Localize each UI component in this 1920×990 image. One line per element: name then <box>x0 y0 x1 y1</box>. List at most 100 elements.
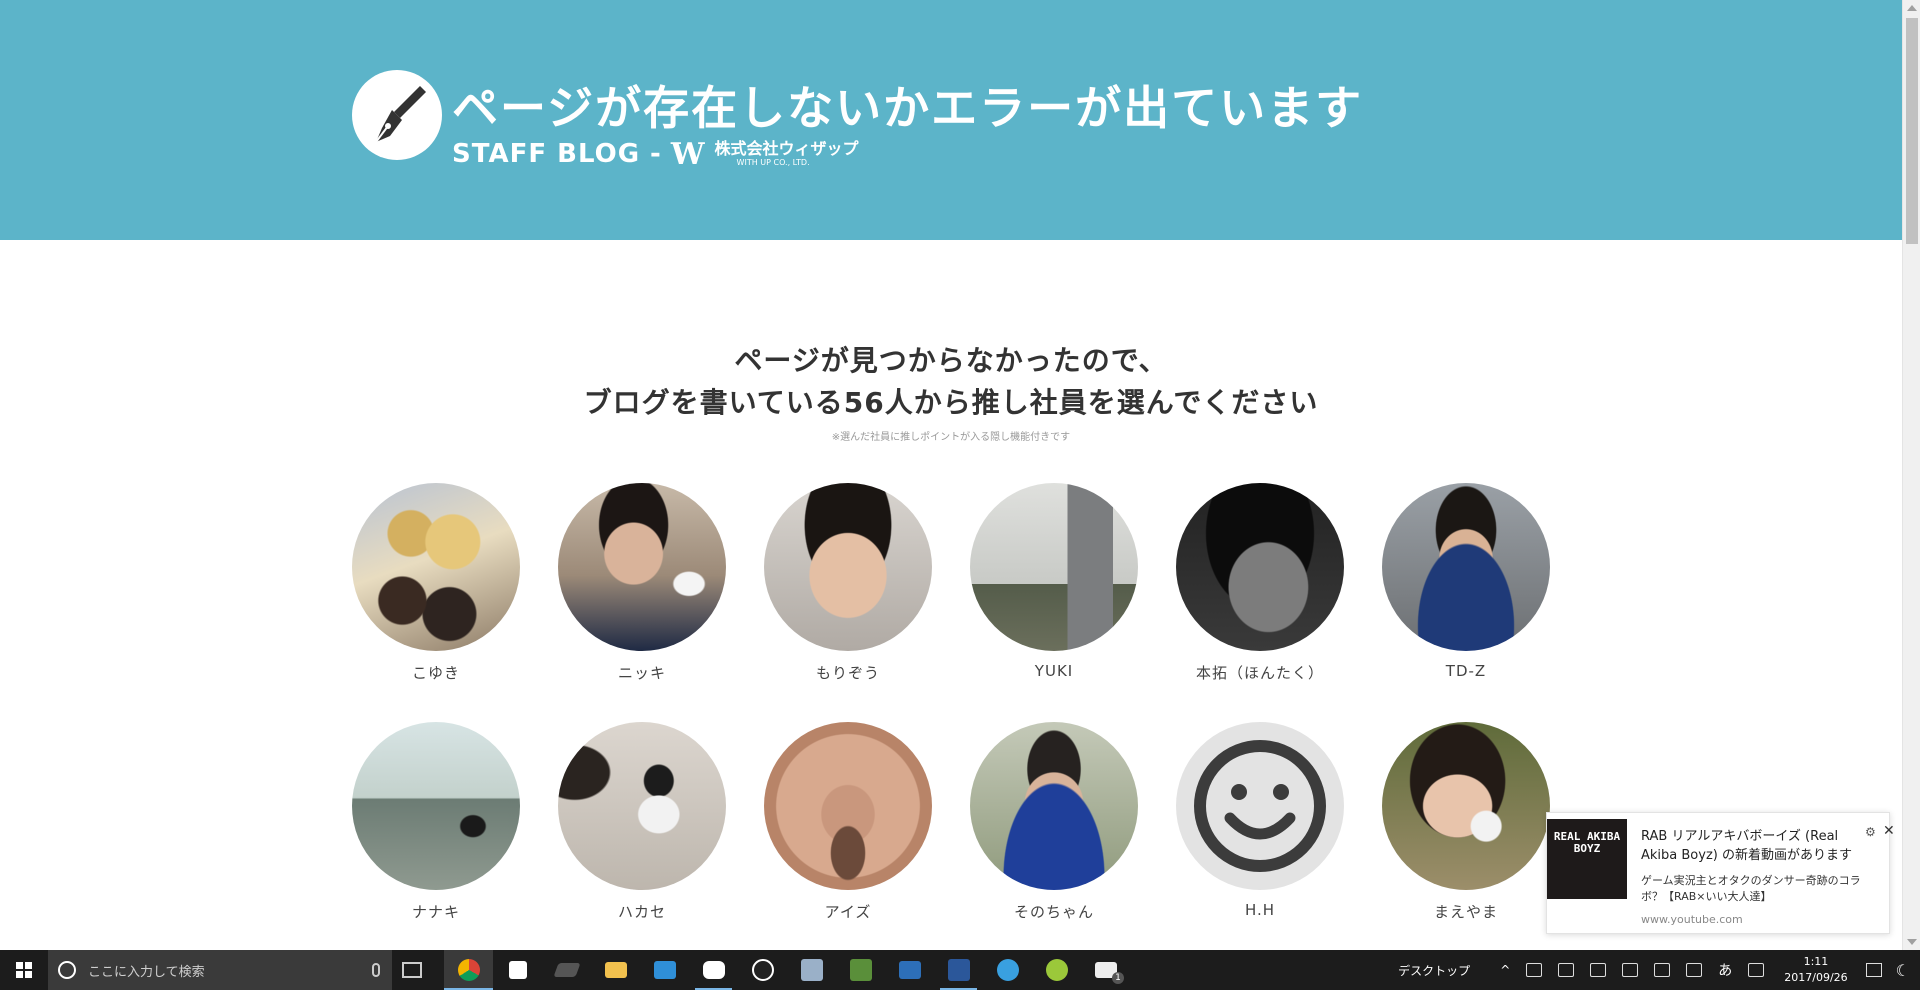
photos-icon <box>800 959 823 981</box>
company-logo-mark: W <box>670 136 705 172</box>
photos-app[interactable] <box>787 950 836 990</box>
windows-logo-icon <box>16 962 32 978</box>
company-name: 株式会社ウィザップ WITH UP CO., LTD. <box>715 141 859 167</box>
staff-card[interactable]: まえやま <box>1382 722 1550 961</box>
site-title: ページが存在しないかエラーが出ています <box>452 81 1364 135</box>
tablet-icon <box>552 963 581 977</box>
staff-card[interactable]: ハカセ <box>558 722 726 961</box>
staff-avatar[interactable] <box>1382 483 1550 651</box>
close-icon[interactable]: ✕ <box>1883 823 1895 839</box>
penguin-icon <box>751 959 774 981</box>
staff-card[interactable]: もりぞう <box>764 483 932 722</box>
volume-muted-icon[interactable] <box>1590 963 1607 977</box>
ime-indicator[interactable]: あ <box>1718 960 1732 980</box>
tablet-app[interactable] <box>542 950 591 990</box>
staff-name: ハカセ <box>617 903 666 921</box>
staff-name: H.H <box>1244 901 1276 919</box>
staff-name: まえやま <box>1433 903 1498 921</box>
staff-avatar[interactable] <box>1176 722 1344 890</box>
staff-card[interactable]: そのちゃん <box>970 722 1138 961</box>
task-view-icon[interactable] <box>402 962 422 978</box>
explorer-app[interactable] <box>591 950 640 990</box>
staff-name: TD-Z <box>1445 662 1487 680</box>
staff-card[interactable]: ニッキ <box>558 483 726 722</box>
notification-body: ゲーム実況主とオタクのダンサー奇跡のコラボ？【RAB×いい大人達】 <box>1641 874 1861 903</box>
app-launcher[interactable] <box>493 950 542 990</box>
cortana-icon[interactable] <box>58 961 76 979</box>
windows-taskbar: ここに入力して検索 1 デスクトップ ^ あ 1:11 2017/09/26 ☾ <box>0 950 1920 990</box>
staff-avatar[interactable] <box>764 722 932 890</box>
window-icon <box>898 961 921 979</box>
folder-icon <box>604 962 627 978</box>
site-header: ページが存在しないかエラーが出ています STAFF BLOG - W 株式会社ウ… <box>0 0 1902 240</box>
taskbar-search[interactable]: ここに入力して検索 <box>48 950 392 990</box>
blog-subtitle[interactable]: STAFF BLOG - W 株式会社ウィザップ WITH UP CO., LT… <box>452 136 859 172</box>
keyboard-icon[interactable] <box>1686 963 1703 977</box>
staff-avatar[interactable] <box>352 483 520 651</box>
cloud-icon[interactable] <box>1558 963 1575 977</box>
wifi-icon[interactable] <box>1526 963 1543 977</box>
mail-app[interactable]: 1 <box>1081 950 1130 990</box>
chrome-icon <box>457 959 480 981</box>
staff-card[interactable]: 本拓（ほんたく） <box>1176 483 1344 722</box>
clock[interactable]: 1:11 2017/09/26 <box>1784 954 1847 986</box>
subtitle-dash: - <box>650 139 661 169</box>
page-heading: ページが見つからなかったので、 ブログを書いている56人から推し社員を選んでくだ… <box>0 340 1902 424</box>
staff-avatar[interactable] <box>558 722 726 890</box>
staff-card[interactable]: ナナキ <box>352 722 520 961</box>
store-app[interactable] <box>640 950 689 990</box>
penguin-app[interactable] <box>738 950 787 990</box>
window-app[interactable] <box>885 950 934 990</box>
staff-card[interactable]: TD-Z <box>1382 483 1550 722</box>
staff-card[interactable]: アイズ <box>764 722 932 961</box>
scroll-thumb[interactable] <box>1906 18 1918 244</box>
company-name-jp: 株式会社ウィザップ <box>714 139 859 158</box>
staff-avatar[interactable] <box>1176 483 1344 651</box>
system-tray: デスクトップ ^ あ 1:11 2017/09/26 ☾ <box>1398 950 1920 990</box>
ime-pad-icon[interactable] <box>1748 963 1765 977</box>
line-app[interactable] <box>689 950 738 990</box>
staff-avatar[interactable] <box>352 722 520 890</box>
word-app[interactable] <box>934 950 983 990</box>
staff-avatar[interactable] <box>1382 722 1550 890</box>
search-input[interactable]: ここに入力して検索 <box>88 961 372 980</box>
scroll-down-icon[interactable] <box>1907 939 1917 945</box>
desktop-toolbar[interactable]: デスクトップ <box>1398 962 1470 979</box>
tool-icon <box>996 959 1019 981</box>
staff-avatar[interactable] <box>558 483 726 651</box>
microphone-icon[interactable] <box>372 963 380 977</box>
chevron-up-icon[interactable]: ^ <box>1500 963 1510 977</box>
moon-icon[interactable]: ☾ <box>1896 961 1910 980</box>
staff-card[interactable]: H.H <box>1176 722 1344 961</box>
pen-logo[interactable] <box>352 70 442 160</box>
staff-avatar[interactable] <box>970 722 1138 890</box>
action-center-icon[interactable] <box>1865 963 1882 977</box>
notification-title: RAB リアルアキバボーイズ (Real Akiba Boyz) の新着動画があ… <box>1641 829 1852 863</box>
pen-icon[interactable] <box>1654 963 1671 977</box>
youtube-notification[interactable]: REAL AKIBA BOYZ RAB リアルアキバボーイズ (Real Aki… <box>1546 812 1895 934</box>
word-icon <box>947 959 970 981</box>
game-app[interactable] <box>836 950 885 990</box>
page-scrollbar[interactable] <box>1902 0 1920 950</box>
staff-card[interactable]: こゆき <box>352 483 520 722</box>
ball-app[interactable] <box>1032 950 1081 990</box>
clock-time: 1:11 <box>1803 955 1829 968</box>
start-button[interactable] <box>0 950 48 990</box>
taskbar-apps: 1 <box>444 950 1130 990</box>
staff-name: YUKI <box>1034 662 1074 680</box>
tool-app[interactable] <box>983 950 1032 990</box>
chrome-app[interactable] <box>444 950 493 990</box>
staff-name: 本拓（ほんたく） <box>1195 664 1324 682</box>
battery-icon[interactable] <box>1622 963 1639 977</box>
staff-name: ニッキ <box>617 664 666 682</box>
staff-avatar[interactable] <box>764 483 932 651</box>
chat-icon <box>702 961 725 979</box>
clock-date: 2017/09/26 <box>1784 971 1848 984</box>
staff-card[interactable]: YUKI <box>970 483 1138 722</box>
scroll-up-icon[interactable] <box>1907 5 1917 11</box>
smiley-face-icon <box>1194 740 1326 872</box>
gear-icon[interactable]: ⚙ <box>1865 825 1876 839</box>
staff-blog-label: STAFF BLOG <box>452 139 641 169</box>
staff-avatar[interactable] <box>970 483 1138 651</box>
notification-thumbnail: REAL AKIBA BOYZ <box>1547 819 1627 899</box>
